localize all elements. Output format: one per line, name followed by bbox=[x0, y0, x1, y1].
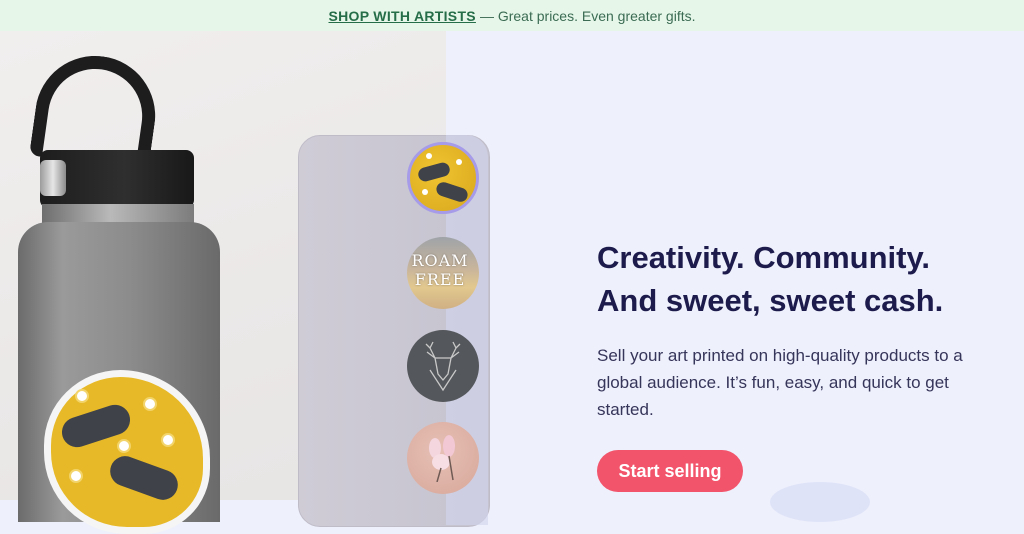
product-option-deer[interactable] bbox=[407, 330, 479, 402]
flower-icon bbox=[422, 189, 428, 195]
bottle-neck bbox=[42, 204, 194, 224]
hero-description: Sell your art printed on high-quality pr… bbox=[597, 346, 963, 419]
flower-icon bbox=[143, 397, 157, 411]
deer-icon bbox=[425, 341, 461, 392]
product-option-roam-free[interactable]: ROAM FREE bbox=[407, 237, 479, 309]
shop-with-artists-link[interactable]: SHOP WITH ARTISTS bbox=[329, 8, 476, 24]
flower-icon bbox=[69, 469, 83, 483]
roam-free-text: ROAM FREE bbox=[411, 251, 469, 289]
hero-headline: Creativity. Community. And sweet, sweet … bbox=[597, 236, 1007, 322]
product-option-badger[interactable] bbox=[407, 142, 479, 214]
badger-illustration bbox=[105, 451, 183, 505]
headline-line-1: Creativity. Community. bbox=[597, 240, 931, 275]
flower-icon bbox=[161, 433, 175, 447]
bottle-cap-knob bbox=[40, 160, 66, 196]
flower-icon bbox=[75, 389, 89, 403]
magnolia-icon bbox=[429, 435, 455, 482]
flower-icon bbox=[117, 439, 131, 453]
start-selling-button[interactable]: Start selling bbox=[597, 450, 743, 492]
headline-line-2: And sweet, sweet cash. bbox=[597, 283, 944, 318]
flower-icon bbox=[426, 153, 432, 159]
banner-message: — Great prices. Even greater gifts. bbox=[479, 7, 696, 24]
flower-icon bbox=[456, 159, 462, 165]
top-banner: SHOP WITH ARTISTS — Great prices. Even g… bbox=[0, 0, 1024, 31]
badger-illustration bbox=[416, 161, 452, 183]
product-option-magnolia[interactable] bbox=[407, 422, 479, 494]
badger-illustration bbox=[434, 180, 470, 204]
decorative-blob bbox=[770, 482, 870, 522]
